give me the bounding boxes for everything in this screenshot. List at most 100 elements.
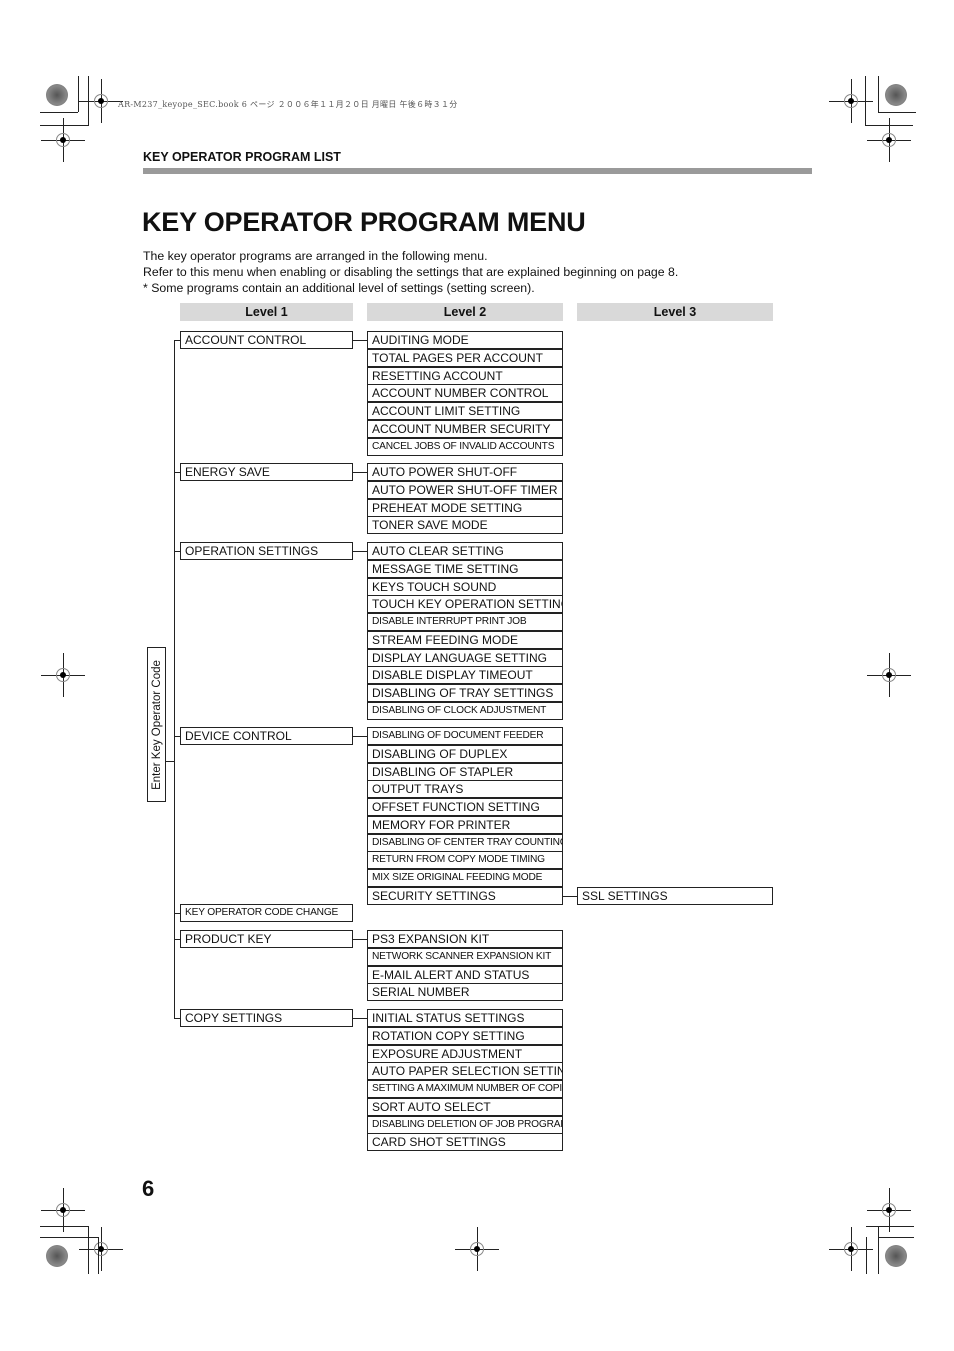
level-2-item: OUTPUT TRAYS <box>367 780 563 798</box>
intro-note: * Some programs contain an additional le… <box>143 281 535 295</box>
level-2-item: ACCOUNT NUMBER CONTROL <box>367 384 563 402</box>
level-2-item: DISPLAY LANGUAGE SETTING <box>367 649 563 667</box>
level-2-item: RETURN FROM COPY MODE TIMING <box>367 851 563 869</box>
page-number: 6 <box>142 1176 155 1201</box>
level-2-item: ACCOUNT LIMIT SETTING <box>367 402 563 420</box>
level-2-connector <box>353 551 367 552</box>
enter-key-operator-code-box: Enter Key Operator Code <box>147 647 166 802</box>
level-3-item: SSL SETTINGS <box>577 887 773 905</box>
crop-line <box>878 1237 914 1238</box>
level-2-item: DISABLING OF STAPLER <box>367 763 563 781</box>
registration-target-icon <box>56 133 70 147</box>
crop-line <box>878 76 879 112</box>
crop-line <box>98 1237 99 1274</box>
level-2-item: DISABLING OF DUPLEX <box>367 745 563 763</box>
level-2-item: AUTO PAPER SELECTION SETTING <box>367 1062 563 1080</box>
level-2-header: Level 2 <box>367 303 563 321</box>
level-2-item: MIX SIZE ORIGINAL FEEDING MODE <box>367 869 563 887</box>
level-2-item: SECURITY SETTINGS <box>367 887 563 905</box>
level-2-item: AUTO POWER SHUT-OFF TIMER <box>367 481 563 499</box>
level-2-item: CANCEL JOBS OF INVALID ACCOUNTS <box>367 438 563 456</box>
entry-connector <box>165 761 174 762</box>
print-header: AR-M237_keyope_SEC.book 6 ページ ２００６年１１月２０… <box>118 100 458 109</box>
level-1-item: PRODUCT KEY <box>180 930 353 948</box>
level-2-item: DISABLING OF CLOCK ADJUSTMENT <box>367 702 563 720</box>
level-2-item: PS3 EXPANSION KIT <box>367 930 563 948</box>
level-1-header: Level 1 <box>180 303 353 321</box>
level-1-item: OPERATION SETTINGS <box>180 542 353 560</box>
level-2-item: SORT AUTO SELECT <box>367 1098 563 1116</box>
level-2-item: CARD SHOT SETTINGS <box>367 1133 563 1151</box>
level-2-item: KEYS TOUCH SOUND <box>367 578 563 596</box>
crop-line <box>878 1226 879 1274</box>
color-target-icon <box>885 1245 907 1267</box>
level-2-item: DISABLE DISPLAY TIMEOUT <box>367 666 563 684</box>
level-2-item: SETTING A MAXIMUM NUMBER OF COPIES <box>367 1080 563 1098</box>
crop-line <box>40 1226 88 1227</box>
registration-target-icon <box>56 1203 70 1217</box>
registration-target-icon <box>844 1242 858 1256</box>
level-2-item: ACCOUNT NUMBER SECURITY <box>367 420 563 438</box>
color-target-icon <box>46 84 68 106</box>
level-2-item: MESSAGE TIME SETTING <box>367 560 563 578</box>
page-title: KEY OPERATOR PROGRAM MENU <box>142 207 586 237</box>
level-2-item: PREHEAT MODE SETTING <box>367 499 563 517</box>
level-2-item: DISABLING OF TRAY SETTINGS <box>367 684 563 702</box>
level-2-connector <box>353 939 367 940</box>
level-1-item: ENERGY SAVE <box>180 463 353 481</box>
intro-line-2: Refer to this menu when enabling or disa… <box>143 265 679 279</box>
level-1-item: ACCOUNT CONTROL <box>180 331 353 349</box>
level-2-item: TOTAL PAGES PER ACCOUNT <box>367 349 563 367</box>
crop-line <box>88 1226 89 1274</box>
level-2-item: STREAM FEEDING MODE <box>367 631 563 649</box>
level-3-connector <box>562 896 577 897</box>
registration-target-icon <box>882 133 896 147</box>
level-2-item: AUTO CLEAR SETTING <box>367 542 563 560</box>
level-2-item: DISABLING OF CENTER TRAY COUNTING <box>367 834 563 852</box>
level-2-item: AUTO POWER SHUT-OFF <box>367 463 563 481</box>
crop-line <box>865 125 913 126</box>
registration-target-icon <box>56 668 70 682</box>
color-target-icon <box>46 1245 68 1267</box>
intro-line-1: The key operator programs are arranged i… <box>143 249 488 263</box>
registration-target-icon <box>470 1242 484 1256</box>
level-2-connector <box>353 472 367 473</box>
level-1-item: DEVICE CONTROL <box>180 727 353 745</box>
level-2-item: DISABLE INTERRUPT PRINT JOB <box>367 613 563 631</box>
registration-target-icon <box>94 94 108 108</box>
level-2-item: TONER SAVE MODE <box>367 516 563 534</box>
level-2-connector <box>353 340 367 341</box>
registration-target-icon <box>882 1203 896 1217</box>
entry-label: Enter Key Operator Code <box>150 659 163 790</box>
level-2-item: DISABLING DELETION OF JOB PROGRAMS <box>367 1116 563 1134</box>
crop-line <box>866 1237 867 1274</box>
level-2-item: TOUCH KEY OPERATION SETTING <box>367 595 563 613</box>
crop-line <box>40 1237 98 1238</box>
registration-target-icon <box>882 668 896 682</box>
level-1-item: COPY SETTINGS <box>180 1009 353 1027</box>
crop-line <box>865 76 866 126</box>
level-2-item: SERIAL NUMBER <box>367 983 563 1001</box>
registration-target-icon <box>94 1242 108 1256</box>
level-2-item: MEMORY FOR PRINTER <box>367 816 563 834</box>
level-2-item: EXPOSURE ADJUSTMENT <box>367 1045 563 1063</box>
level-2-item: AUDITING MODE <box>367 331 563 349</box>
level-2-item: INITIAL STATUS SETTINGS <box>367 1009 563 1027</box>
level-3-header: Level 3 <box>577 303 773 321</box>
color-target-icon <box>885 84 907 106</box>
crop-line <box>40 112 78 113</box>
level-2-item: OFFSET FUNCTION SETTING <box>367 798 563 816</box>
crop-line <box>78 76 79 112</box>
level-2-connector <box>353 736 367 737</box>
menu-trunk-line <box>174 340 175 1018</box>
level-2-item: DISABLING OF DOCUMENT FEEDER <box>367 727 563 745</box>
crop-line <box>878 112 916 113</box>
crop-line <box>88 76 89 126</box>
registration-target-icon <box>844 94 858 108</box>
level-2-item: E-MAIL ALERT AND STATUS <box>367 966 563 984</box>
level-1-item: KEY OPERATOR CODE CHANGE <box>180 904 353 922</box>
crop-line <box>866 1226 914 1227</box>
level-2-item: NETWORK SCANNER EXPANSION KIT <box>367 948 563 966</box>
level-2-connector <box>353 1018 367 1019</box>
crop-line <box>40 125 88 126</box>
